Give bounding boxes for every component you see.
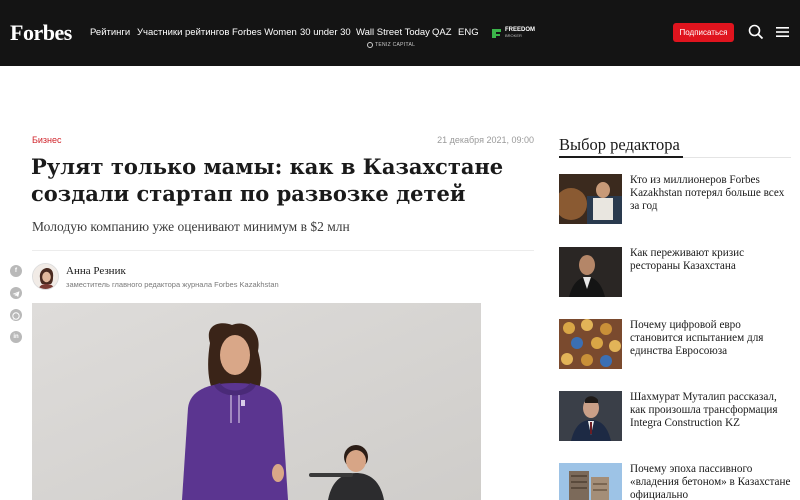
nav-rating-participants[interactable]: Участники рейтингов xyxy=(137,27,229,38)
item-title[interactable]: Почему цифровой евро становится испытани… xyxy=(630,319,794,358)
author-name[interactable]: Анна Резник xyxy=(66,265,126,277)
menu-icon[interactable] xyxy=(776,24,792,40)
facebook-share-icon[interactable]: f xyxy=(10,265,22,277)
freedom-broker-icon xyxy=(491,28,502,39)
nav-30-under-30[interactable]: 30 under 30 xyxy=(300,27,351,38)
wst-sponsor-label: TENIZ CAPITAL xyxy=(375,42,416,48)
item-thumbnail xyxy=(559,391,622,441)
telegram-glyph xyxy=(12,291,20,297)
item-thumbnail xyxy=(559,174,622,224)
editors-choice-item[interactable]: Почему цифровой евро становится испытани… xyxy=(559,319,794,371)
editors-choice-item[interactable]: Кто из миллионеров Forbes Kazakhstan пот… xyxy=(559,174,794,226)
item-thumbnail xyxy=(559,319,622,369)
whatsapp-glyph xyxy=(12,312,20,320)
freedom-broker-link[interactable]: FREEDOM BROKER xyxy=(491,27,535,39)
article-lead: Молодую компанию уже оценивают минимум в… xyxy=(32,219,350,234)
whatsapp-share-icon[interactable] xyxy=(10,309,22,321)
forbes-logo[interactable]: Forbes xyxy=(10,20,72,46)
heading-divider xyxy=(683,157,791,158)
telegram-share-icon[interactable] xyxy=(10,287,22,299)
author-role: заместитель главного редактора журнала F… xyxy=(66,280,279,289)
subscribe-button[interactable]: Подписаться xyxy=(673,23,734,42)
search-icon[interactable] xyxy=(748,24,764,40)
freedom-label-line2: BROKER xyxy=(505,33,522,38)
freedom-broker-label: FREEDOM BROKER xyxy=(505,27,535,39)
facebook-glyph: f xyxy=(14,267,18,274)
item-title[interactable]: Кто из миллионеров Forbes Kazakhstan пот… xyxy=(630,174,794,213)
nav-wall-street-today[interactable]: Wall Street Today xyxy=(356,27,430,38)
teniz-capital-icon xyxy=(367,42,373,48)
item-title[interactable]: Шахмурат Муталип рассказал, как произошл… xyxy=(630,391,794,430)
item-thumbnail xyxy=(559,247,622,297)
heading-underline xyxy=(559,156,683,158)
editors-choice-heading: Выбор редактора xyxy=(559,135,680,154)
nav-qaz[interactable]: QAZ xyxy=(432,27,452,38)
article-hero-image xyxy=(32,303,481,500)
linkedin-glyph: in xyxy=(13,334,19,340)
article-category[interactable]: Бизнес xyxy=(32,135,62,145)
article-title: Рулят только мамы: как в Казахстане созд… xyxy=(31,154,504,206)
top-navigation-bar: Forbes Рейтинги Участники рейтингов Forb… xyxy=(0,0,800,66)
editors-choice-item[interactable]: Почему эпоха пассивного «владения бетоно… xyxy=(559,463,794,500)
article-date: 21 декабря 2021, 09:00 xyxy=(437,135,534,145)
editors-choice-item[interactable]: Шахмурат Муталип рассказал, как произошл… xyxy=(559,391,794,443)
author-avatar[interactable] xyxy=(32,263,59,290)
item-title[interactable]: Почему эпоха пассивного «владения бетоно… xyxy=(630,463,794,500)
linkedin-share-icon[interactable]: in xyxy=(10,331,22,343)
wst-sponsor: TENIZ CAPITAL xyxy=(367,42,415,48)
nav-ratings[interactable]: Рейтинги xyxy=(90,27,130,38)
editors-choice-item[interactable]: Как переживают кризис рестораны Казахста… xyxy=(559,247,794,299)
nav-forbes-women[interactable]: Forbes Women xyxy=(232,27,297,38)
divider xyxy=(32,250,534,251)
nav-eng[interactable]: ENG xyxy=(458,27,479,38)
item-title[interactable]: Как переживают кризис рестораны Казахста… xyxy=(630,247,794,273)
item-thumbnail xyxy=(559,463,622,500)
